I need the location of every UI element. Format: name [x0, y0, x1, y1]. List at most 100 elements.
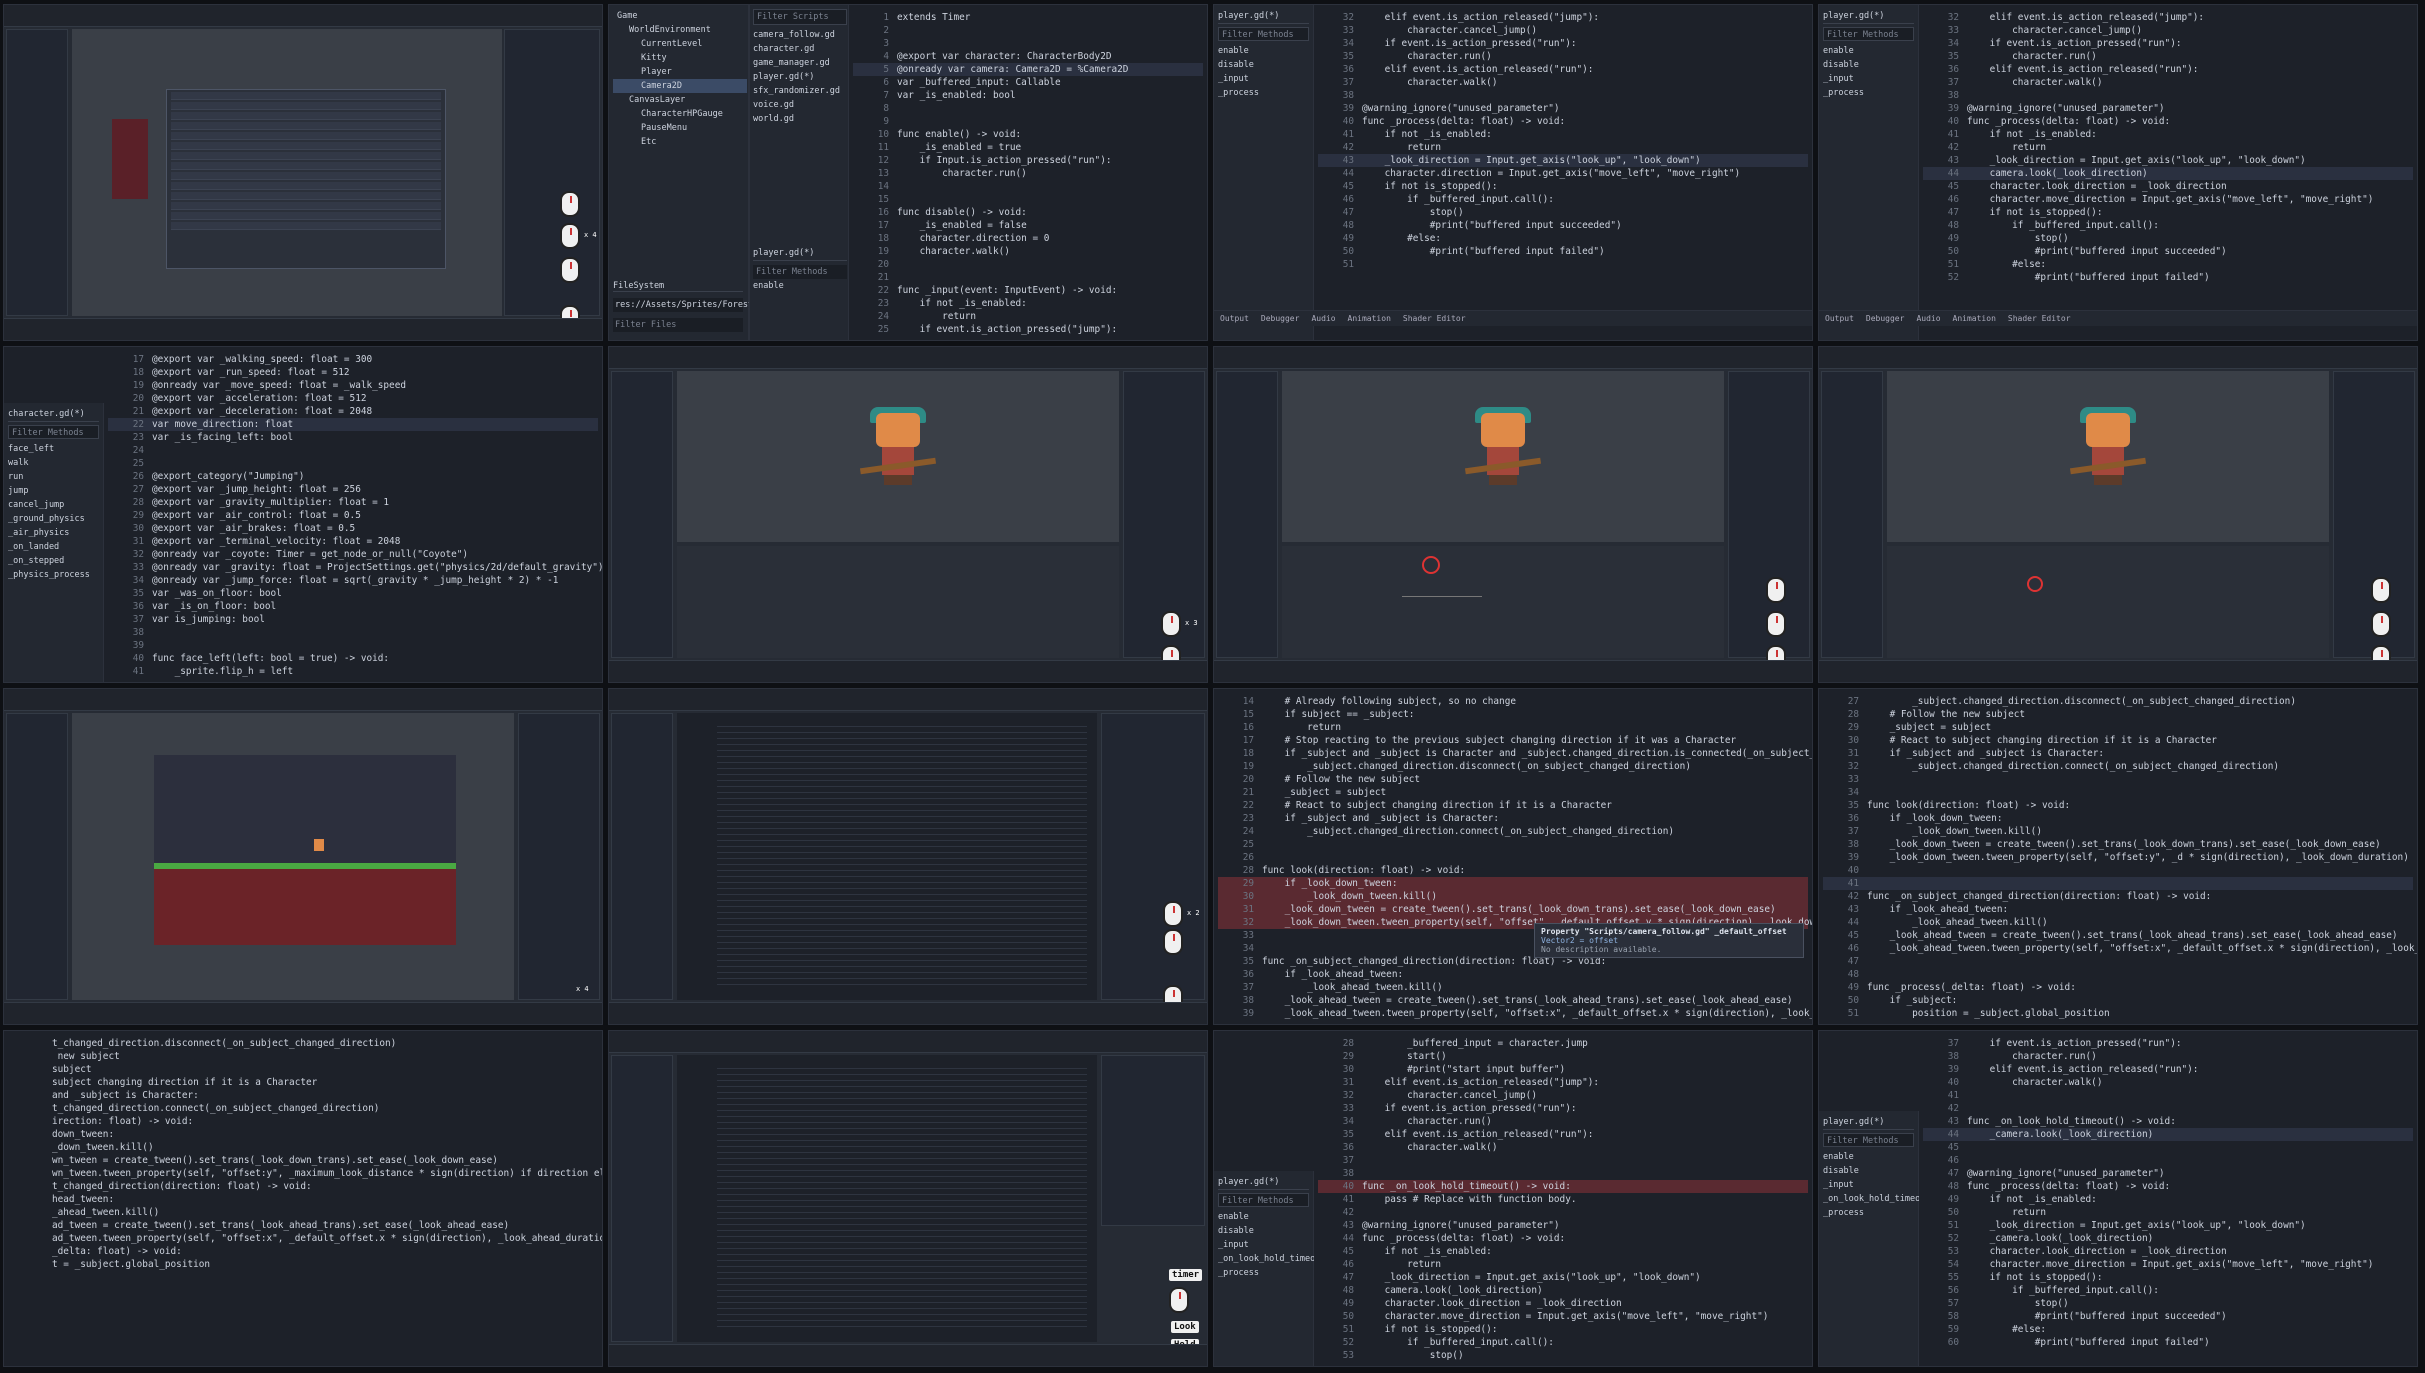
- code-line[interactable]: 39 elif event.is_action_released("run"):: [1923, 1063, 2413, 1076]
- code-line[interactable]: 40 func _process(delta: float) -> void:: [1318, 115, 1808, 128]
- code-line[interactable]: 29 if _look_down_tween:: [1218, 877, 1808, 890]
- code-line[interactable]: 34 @onready var _jump_force: float = sqrt…: [108, 574, 598, 587]
- code-line[interactable]: 38 _look_ahead_tween = create_tween().se…: [1218, 994, 1808, 1007]
- code-editor[interactable]: 32 elif event.is_action_released("jump")…: [1314, 5, 1812, 304]
- code-line[interactable]: 28 _buffered_input = character.jump: [1318, 1037, 1808, 1050]
- inspector-dock[interactable]: [504, 29, 600, 316]
- method-item[interactable]: enable: [753, 279, 847, 293]
- code-line[interactable]: 38: [108, 626, 598, 639]
- method-item[interactable]: disable: [1218, 58, 1309, 72]
- code-line[interactable]: 47 if not is_stopped():: [1923, 206, 2413, 219]
- method-item[interactable]: enable: [1823, 44, 1914, 58]
- method-item[interactable]: _on_landed: [8, 540, 99, 554]
- script-editor[interactable]: [677, 1055, 1097, 1342]
- code-line[interactable]: 54 character.move_direction = Input.get_…: [1923, 1258, 2413, 1271]
- code-line[interactable]: 38: [1923, 89, 2413, 102]
- method-item[interactable]: disable: [1823, 1164, 1914, 1178]
- code-line[interactable]: 48: [1823, 968, 2413, 981]
- code-line[interactable]: 57 stop(): [1923, 1297, 2413, 1310]
- project-settings-dialog[interactable]: [166, 89, 446, 269]
- code-line[interactable]: 48 camera.look(_look_direction): [1318, 1284, 1808, 1297]
- code-line[interactable]: 15: [853, 193, 1203, 206]
- code-line[interactable]: 40 func _process(delta: float) -> void:: [1923, 115, 2413, 128]
- code-line[interactable]: 9: [853, 115, 1203, 128]
- code-line[interactable]: 34: [1823, 786, 2413, 799]
- code-line[interactable]: ad_tween = create_tween().set_trans(_loo…: [8, 1219, 598, 1232]
- code-line[interactable]: 56 if _buffered_input.call():: [1923, 1284, 2413, 1297]
- code-line[interactable]: 41 pass # Replace with function body.: [1318, 1193, 1808, 1206]
- animation-panel[interactable]: [1282, 546, 1724, 658]
- bottom-panel[interactable]: [609, 1002, 1207, 1024]
- code-line[interactable]: 51: [1318, 258, 1808, 271]
- code-line[interactable]: 3: [853, 37, 1203, 50]
- code-line[interactable]: 5 @onready var camera: Camera2D = %Camera…: [853, 63, 1203, 76]
- code-line[interactable]: subject: [8, 1063, 598, 1076]
- method-item[interactable]: walk: [8, 456, 99, 470]
- code-line[interactable]: 39 @warning_ignore("unused_parameter"): [1318, 102, 1808, 115]
- code-line[interactable]: 39 _look_down_tween.tween_property(self,…: [1823, 851, 2413, 864]
- code-line[interactable]: 20 # Follow the new subject: [1218, 773, 1808, 786]
- code-line[interactable]: 20 @export var _acceleration: float = 512: [108, 392, 598, 405]
- code-line[interactable]: 36 var _is_on_floor: bool: [108, 600, 598, 613]
- code-line[interactable]: 38 character.run(): [1923, 1050, 2413, 1063]
- code-line[interactable]: 28 @export var _gravity_multiplier: float…: [108, 496, 598, 509]
- editor-toolbar[interactable]: [4, 689, 602, 711]
- editor-toolbar[interactable]: [609, 347, 1207, 369]
- bottom-panel[interactable]: [609, 1344, 1207, 1366]
- script-list-item[interactable]: world.gd: [753, 112, 847, 126]
- code-line[interactable]: 24 return: [853, 310, 1203, 323]
- script-editor[interactable]: [677, 713, 1097, 1000]
- code-line[interactable]: 1 extends Timer: [853, 11, 1203, 24]
- code-line[interactable]: 42 return: [1923, 141, 2413, 154]
- code-line[interactable]: and _subject is Character:: [8, 1089, 598, 1102]
- code-line[interactable]: 41: [1823, 877, 2413, 890]
- code-line[interactable]: 33 @onready var _gravity: float = Project…: [108, 561, 602, 574]
- code-line[interactable]: 34 character.run(): [1318, 1115, 1808, 1128]
- code-line[interactable]: 44 _look_ahead_tween.kill(): [1823, 916, 2413, 929]
- bottom-tab[interactable]: Output: [1825, 314, 1854, 323]
- code-line[interactable]: 49 character.look_direction = _look_dire…: [1318, 1297, 1808, 1310]
- script-list-item[interactable]: sfx_randomizer.gd: [753, 84, 847, 98]
- method-item[interactable]: _input: [1218, 1238, 1309, 1252]
- inspector-dock[interactable]: [518, 713, 600, 1000]
- scene-node[interactable]: Kitty: [613, 51, 747, 65]
- code-line[interactable]: 18 character.direction = 0: [853, 232, 1203, 245]
- scene-dock[interactable]: [611, 371, 673, 658]
- code-line[interactable]: 32 _subject.changed_direction.connect(_o…: [1823, 760, 2413, 773]
- code-line[interactable]: 10 func enable() -> void:: [853, 128, 1203, 141]
- code-line[interactable]: 36 if _look_down_tween:: [1823, 812, 2413, 825]
- code-line[interactable]: 13 character.run(): [853, 167, 1203, 180]
- code-line[interactable]: 22 var move_direction: float: [108, 418, 598, 431]
- code-line[interactable]: head_tween:: [8, 1193, 598, 1206]
- code-line[interactable]: 40 character.walk(): [1923, 1076, 2413, 1089]
- code-line[interactable]: 39 @warning_ignore("unused_parameter"): [1923, 102, 2413, 115]
- bottom-tab[interactable]: Output: [1220, 314, 1249, 323]
- code-editor[interactable]: 14 # Already following subject, so no ch…: [1214, 689, 1812, 1024]
- code-editor[interactable]: t_changed_direction.disconnect(_on_subje…: [4, 1031, 602, 1366]
- code-line[interactable]: irection: float) -> void:: [8, 1115, 598, 1128]
- scene-node[interactable]: Player: [613, 65, 747, 79]
- bottom-panel[interactable]: [4, 318, 602, 340]
- code-line[interactable]: 44 _camera.look(_look_direction): [1923, 1128, 2413, 1141]
- bottom-tab[interactable]: Debugger: [1261, 314, 1300, 323]
- code-line[interactable]: 46: [1923, 1154, 2413, 1167]
- method-item[interactable]: run: [8, 470, 99, 484]
- code-line[interactable]: 17 # Stop reacting to the previous subje…: [1218, 734, 1808, 747]
- code-line[interactable]: 37: [1318, 1154, 1808, 1167]
- code-line[interactable]: 19 character.walk(): [853, 245, 1203, 258]
- code-line[interactable]: _delta: float) -> void:: [8, 1245, 598, 1258]
- code-line[interactable]: 44 camera.look(_look_direction): [1923, 167, 2413, 180]
- code-line[interactable]: 59 #else:: [1923, 1323, 2413, 1336]
- code-line[interactable]: 41 _sprite.flip_h = left: [108, 665, 598, 678]
- bottom-tab[interactable]: Audio: [1311, 314, 1335, 323]
- code-line[interactable]: 45 if not _is_enabled:: [1318, 1245, 1808, 1258]
- code-line[interactable]: 31 if _subject and _subject is Character…: [1823, 747, 2413, 760]
- code-line[interactable]: 34 if event.is_action_pressed("run"):: [1318, 37, 1808, 50]
- bottom-panel[interactable]: [1819, 660, 2417, 682]
- code-line[interactable]: 29 @export var _air_control: float = 0.5: [108, 509, 598, 522]
- code-line[interactable]: wn_tween.tween_property(self, "offset:y"…: [8, 1167, 602, 1180]
- code-line[interactable]: 36 character.walk(): [1318, 1141, 1808, 1154]
- code-line[interactable]: 35 character.run(): [1318, 50, 1808, 63]
- code-line[interactable]: 47 @warning_ignore("unused_parameter"): [1923, 1167, 2413, 1180]
- code-line[interactable]: 26 @export_category("Jumping"): [108, 470, 598, 483]
